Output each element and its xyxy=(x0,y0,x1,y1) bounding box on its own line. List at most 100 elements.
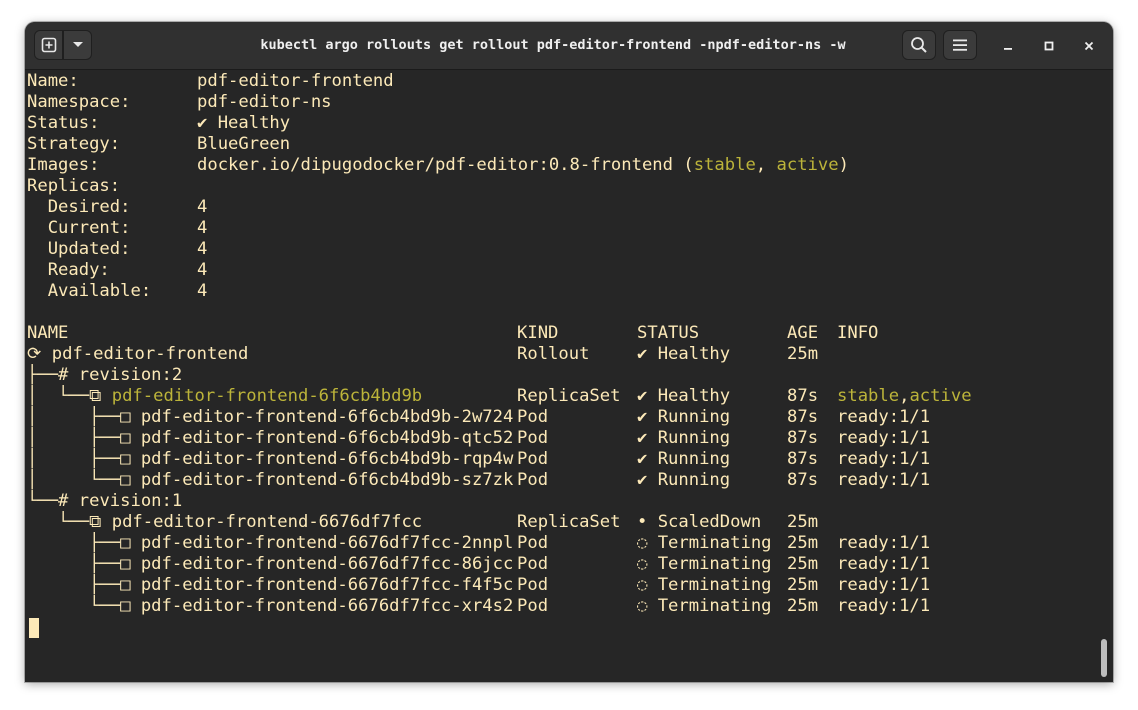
summary-label: Current: xyxy=(27,218,131,238)
table-row-revision: └──# revision:1 xyxy=(27,491,182,512)
replicas-ready-line: Ready: 4 xyxy=(27,260,208,281)
pod-icon: │ ├──□ xyxy=(27,407,141,427)
row-kind: Rollout xyxy=(517,344,590,364)
pod-icon: └──□ xyxy=(27,596,141,616)
row-status: ✔ Healthy xyxy=(637,344,731,364)
image-tag-active: active xyxy=(776,155,839,175)
row-name: pdf-editor-frontend-6f6cb4bd9b xyxy=(111,386,423,406)
search-button[interactable] xyxy=(902,30,936,60)
table-row-pod: └──□ pdf-editor-frontend-6676df7fcc-xr4s… xyxy=(27,596,930,617)
new-tab-dropdown-button[interactable] xyxy=(63,30,92,60)
row-info: ready:1/1 xyxy=(837,428,931,448)
row-info: ready:1/1 xyxy=(837,449,931,469)
row-status: ✔ Healthy xyxy=(637,386,731,406)
window-title: kubectl argo rollouts get rollout pdf-ed… xyxy=(260,37,846,53)
rollout-icon: ⟳ xyxy=(27,344,52,364)
hamburger-icon xyxy=(953,39,967,51)
column-header-status: STATUS xyxy=(637,323,700,343)
namespace-value: pdf-editor-ns xyxy=(197,92,332,112)
column-header-info: INFO xyxy=(837,323,879,343)
summary-label: Updated: xyxy=(27,239,131,259)
row-kind: Pod xyxy=(517,596,549,616)
row-info: ready:1/1 xyxy=(837,533,931,553)
row-status: ✔ Running xyxy=(637,449,731,469)
row-age: 87s xyxy=(787,386,819,406)
row-info: ready:1/1 xyxy=(837,554,931,574)
table-row-replicaset: └──⧉ pdf-editor-frontend-6676df7fcc Repl… xyxy=(27,512,818,533)
summary-label: Strategy: xyxy=(27,134,121,154)
summary-label: Ready: xyxy=(27,260,110,280)
plus-in-box-icon xyxy=(41,37,56,53)
pod-icon: │ └──□ xyxy=(27,470,141,490)
summary-namespace-line: Namespace: pdf-editor-ns xyxy=(27,92,332,113)
image-paren-close: ) xyxy=(838,155,849,175)
replicas-updated: 4 xyxy=(197,239,208,259)
row-age: 25m xyxy=(787,554,819,574)
info-separator: , xyxy=(899,386,910,406)
row-status: ◌ Terminating xyxy=(637,533,772,553)
close-button[interactable] xyxy=(1077,34,1101,58)
row-kind: Pod xyxy=(517,407,549,427)
summary-label: Status: xyxy=(27,113,100,133)
image-tag-stable: stable xyxy=(693,155,756,175)
replicas-ready: 4 xyxy=(197,260,208,280)
row-kind: Pod xyxy=(517,533,549,553)
rollout-name: pdf-editor-frontend xyxy=(197,71,394,91)
image-tag-separator: , xyxy=(755,155,777,175)
row-name: revision:2 xyxy=(78,365,183,385)
menu-button[interactable] xyxy=(943,30,977,60)
table-row-pod: │ ├──□ pdf-editor-frontend-6f6cb4bd9b-2w… xyxy=(27,407,930,428)
title-bar[interactable]: kubectl argo rollouts get rollout pdf-ed… xyxy=(25,22,1113,70)
replicas-current-line: Current: 4 xyxy=(27,218,208,239)
row-name: pdf-editor-frontend xyxy=(51,344,249,364)
maximize-icon xyxy=(1044,41,1054,51)
summary-strategy-line: Strategy: BlueGreen xyxy=(27,134,290,155)
row-age: 25m xyxy=(787,596,819,616)
column-header-age: AGE xyxy=(787,323,819,343)
summary-name-line: Name: pdf-editor-frontend xyxy=(27,71,394,92)
table-row-revision: ├──# revision:2 xyxy=(27,365,182,386)
row-info: stable,active xyxy=(837,386,972,407)
new-tab-button[interactable] xyxy=(34,30,63,60)
table-row-pod: ├──□ pdf-editor-frontend-6676df7fcc-f4f5… xyxy=(27,575,930,596)
row-info: ready:1/1 xyxy=(837,596,931,616)
maximize-button[interactable] xyxy=(1037,34,1061,58)
minimize-button[interactable] xyxy=(996,34,1020,58)
row-status: ◌ Terminating xyxy=(637,596,772,616)
summary-label: Available: xyxy=(27,281,152,301)
row-status: ◌ Terminating xyxy=(637,554,772,574)
table-row-rollout: ⟳ pdf-editor-frontend Rollout ✔ Healthy … xyxy=(27,344,818,365)
pod-icon: ├──□ xyxy=(27,575,141,595)
row-age: 25m xyxy=(787,533,819,553)
row-age: 25m xyxy=(787,575,819,595)
replicas-current: 4 xyxy=(197,218,208,238)
row-status: ◌ Terminating xyxy=(637,575,772,595)
row-name: pdf-editor-frontend-6f6cb4bd9b-rqp4w xyxy=(140,449,514,469)
column-header-name: NAME xyxy=(27,323,69,343)
row-age: 87s xyxy=(787,449,819,469)
row-kind: Pod xyxy=(517,470,549,490)
replicas-updated-line: Updated: 4 xyxy=(27,239,208,260)
row-status: ✔ Running xyxy=(637,428,731,448)
replicas-desired-line: Desired: 4 xyxy=(27,197,208,218)
table-row-pod: │ ├──□ pdf-editor-frontend-6f6cb4bd9b-qt… xyxy=(27,428,930,449)
summary-label: Name: xyxy=(27,71,79,91)
row-name: pdf-editor-frontend-6676df7fcc-86jcc xyxy=(140,554,514,574)
terminal-cursor xyxy=(29,618,39,638)
replicaset-icon: │ └──⧉ xyxy=(27,386,112,406)
row-info: ready:1/1 xyxy=(837,575,931,595)
pod-icon: │ ├──□ xyxy=(27,449,141,469)
tree-branch: ├──# xyxy=(27,365,79,385)
scrollbar-thumb[interactable] xyxy=(1101,639,1107,677)
row-name: revision:1 xyxy=(78,491,183,511)
table-header: NAME KIND STATUS AGE INFO xyxy=(27,323,878,344)
row-age: 25m xyxy=(787,512,819,532)
terminal-window: kubectl argo rollouts get rollout pdf-ed… xyxy=(25,22,1113,682)
summary-images-line: Images: docker.io/dipugodocker/pdf-edito… xyxy=(27,155,849,176)
terminal-output[interactable]: Name: pdf-editor-frontend Namespace: pdf… xyxy=(27,71,1087,671)
row-info: ready:1/1 xyxy=(837,470,931,490)
status-value: ✔ Healthy xyxy=(197,113,291,133)
row-name: pdf-editor-frontend-6f6cb4bd9b-sz7zk xyxy=(140,470,514,490)
row-status: • ScaledDown xyxy=(637,512,762,532)
replicas-available-line: Available: 4 xyxy=(27,281,208,302)
